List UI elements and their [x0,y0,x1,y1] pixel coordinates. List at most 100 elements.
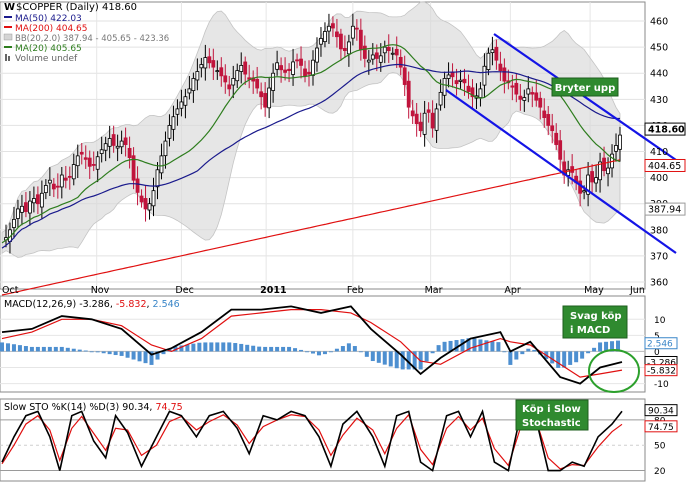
candle-body [139,195,144,203]
candle-body [83,157,88,160]
candle-body [534,92,539,101]
macd-value-tag: -5.832 [647,367,676,377]
candle-body [374,52,379,59]
macd-histogram-bar [568,351,573,365]
macd-histogram-bar [71,348,76,352]
macd-histogram-bar [263,346,268,352]
macd-histogram-bar [113,351,118,356]
candle-body [530,92,535,95]
legend-bb-label: BB(20,2.0) 387.94 - 405.65 - 423.36 [15,34,169,44]
candle-body [207,56,212,64]
candle-body [255,78,260,89]
price-tick-label: 460 [650,17,668,28]
candle-body [28,200,32,214]
candle-body [147,203,152,211]
stochastic-tick-label: 20 [654,467,666,477]
candle-body [67,175,72,178]
macd-histogram-bar [496,342,501,352]
candle-body [159,155,164,174]
macd-histogram-bar [11,344,16,352]
candle-body [350,25,355,39]
macd-histogram-bar [35,346,40,352]
candle-body [99,149,104,154]
candle-body [63,177,68,181]
candle-body [398,56,403,68]
macd-histogram-bar [125,351,130,358]
macd-histogram-bar [328,351,333,353]
candle-body [362,45,367,59]
candle-body [243,61,248,75]
candle-body [454,80,459,85]
candle-body [594,177,598,184]
candle-body [163,140,168,157]
macd-histogram-bar [394,351,399,369]
macd-histogram-bar [316,351,321,356]
macd-histogram-bar [586,351,591,354]
candle-body [119,140,124,148]
macd-histogram-bar [89,351,94,353]
candle-body [422,112,427,135]
candle-body [71,164,76,180]
candle-body [75,155,80,167]
stochastic-annotation-line2: Stochastic [522,418,581,429]
macd-histogram-bar [0,342,4,352]
candle-body [39,192,44,208]
candle-body [486,52,491,70]
candle-body [319,38,323,45]
candle-body [123,137,128,145]
candle-body [307,71,311,75]
candle-body [263,93,268,108]
macd-histogram-bar [41,346,46,352]
candle-body [59,174,64,188]
candle-body [494,46,499,61]
stochastic-panel: 205080 90.3474.75 Slow STO %K(14) %D(3) … [0,398,678,482]
macd-histogram-bar [508,351,513,365]
macd-histogram-bar [77,349,82,352]
price-tick-label: 360 [650,278,668,289]
macd-histogram-bar [227,342,232,352]
macd-histogram-bar [305,351,310,353]
macd-histogram-bar [23,346,28,352]
price-tick-label: 400 [650,173,668,184]
candle-body [127,147,132,159]
price-value-tag: 418.60 [648,125,685,136]
macd-title: MACD(12,26,9) -3.286, -5.832, 2.546 [4,299,180,310]
stock-chart: 360370380390400410420430440450460 OctNov… [0,0,691,484]
candle-body [227,84,232,90]
candle-body [518,95,523,100]
macd-histogram-bar [520,351,525,355]
candle-body [590,171,594,183]
macd-histogram-bar [287,346,292,352]
chart-title: $COPPER (Daily) 418.60 [16,2,137,13]
legend-ma20-label: MA(20) 405.65 [15,44,82,54]
macd-histogram-bar [436,345,441,352]
candle-body [20,205,24,213]
candle-body [47,179,52,184]
macd-histogram-bar [233,343,238,352]
price-value-tag: 387.94 [648,205,681,216]
candle-body [299,58,303,66]
candle-body [327,25,331,32]
macd-histogram-bar [502,351,507,353]
candle-body [259,91,264,98]
candle-body [602,157,606,172]
macd-histogram-bar [550,351,555,364]
macd-histogram-bar [29,346,34,352]
candle-body [482,65,487,86]
price-value-tag: 404.65 [648,161,681,172]
candle-body [283,69,287,73]
macd-histogram-bar [310,351,315,354]
candle-body [175,108,180,115]
legend-volume-icon [5,54,7,61]
macd-histogram-bar [424,351,429,362]
candle-body [526,88,531,95]
candle-body [434,108,439,131]
macd-panel-frame [0,295,646,393]
macd-histogram-bar [203,342,208,352]
candle-body [275,62,280,70]
legend-ma200-label: MA(200) 404.65 [15,24,88,34]
macd-histogram-bar [119,351,124,356]
macd-histogram-bar [47,346,52,352]
chart-canvas: 360370380390400410420430440450460 OctNov… [0,0,691,484]
time-tick-label: Dec [175,285,193,296]
